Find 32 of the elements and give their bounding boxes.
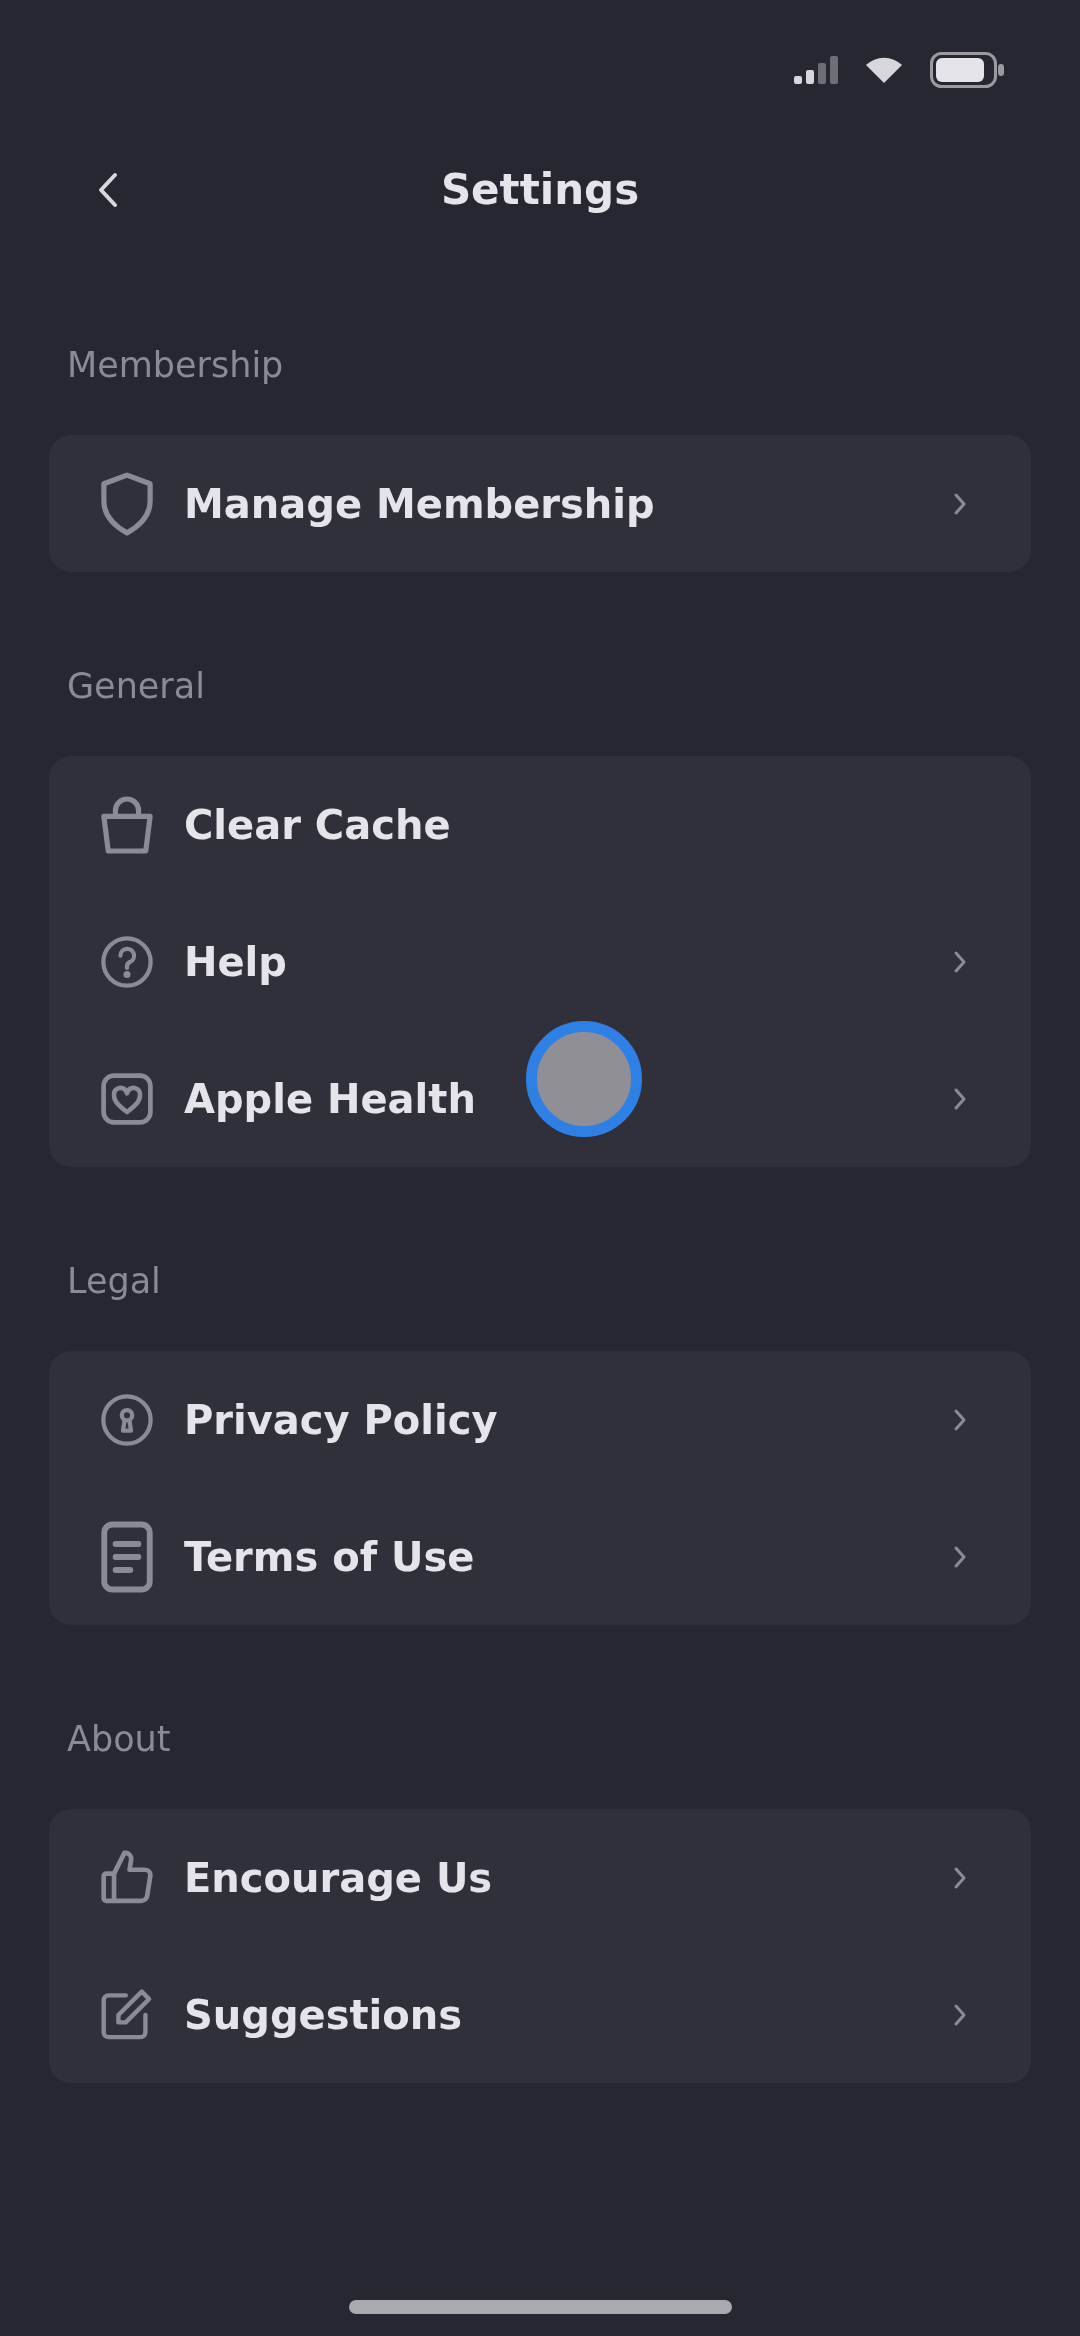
settings-item[interactable]: Clear Cache (49, 756, 1031, 893)
chevron-icon (953, 1086, 967, 1111)
settings-item[interactable]: Terms of Use (49, 1488, 1031, 1625)
battery-icon (930, 52, 1004, 88)
section-header: Legal (67, 1261, 162, 1301)
edit-icon (101, 1987, 153, 2042)
shield-icon (101, 471, 153, 536)
wifi-icon (866, 57, 902, 83)
chevron-icon (953, 1407, 967, 1432)
settings-item[interactable]: Help (49, 893, 1031, 1030)
keyhole-icon (101, 1393, 153, 1446)
help-icon (101, 935, 153, 988)
chevron-icon (953, 2002, 967, 2027)
settings-item[interactable]: Manage Membership (49, 435, 1031, 572)
section-header: Membership (67, 345, 285, 385)
thumbs-up-icon (101, 1849, 153, 1906)
settings-item[interactable]: Apple Health (49, 1030, 1031, 1167)
chevron-icon (953, 491, 967, 516)
heart-square-icon (101, 1072, 153, 1125)
screen-title: Settings (440, 164, 640, 216)
signal-icon (794, 56, 838, 84)
document-icon (101, 1520, 153, 1593)
settings-item[interactable]: Privacy Policy (49, 1351, 1031, 1488)
section-header: General (67, 666, 206, 706)
chevron-icon (953, 949, 967, 974)
settings-item[interactable]: Encourage Us (49, 1809, 1031, 1946)
chevron-icon (953, 1865, 967, 1890)
settings-item[interactable]: Suggestions (49, 1946, 1031, 2083)
back-chevron-icon (98, 172, 118, 208)
chevron-icon (953, 1544, 967, 1569)
section-header: About (67, 1719, 172, 1759)
bag-icon (101, 795, 153, 854)
